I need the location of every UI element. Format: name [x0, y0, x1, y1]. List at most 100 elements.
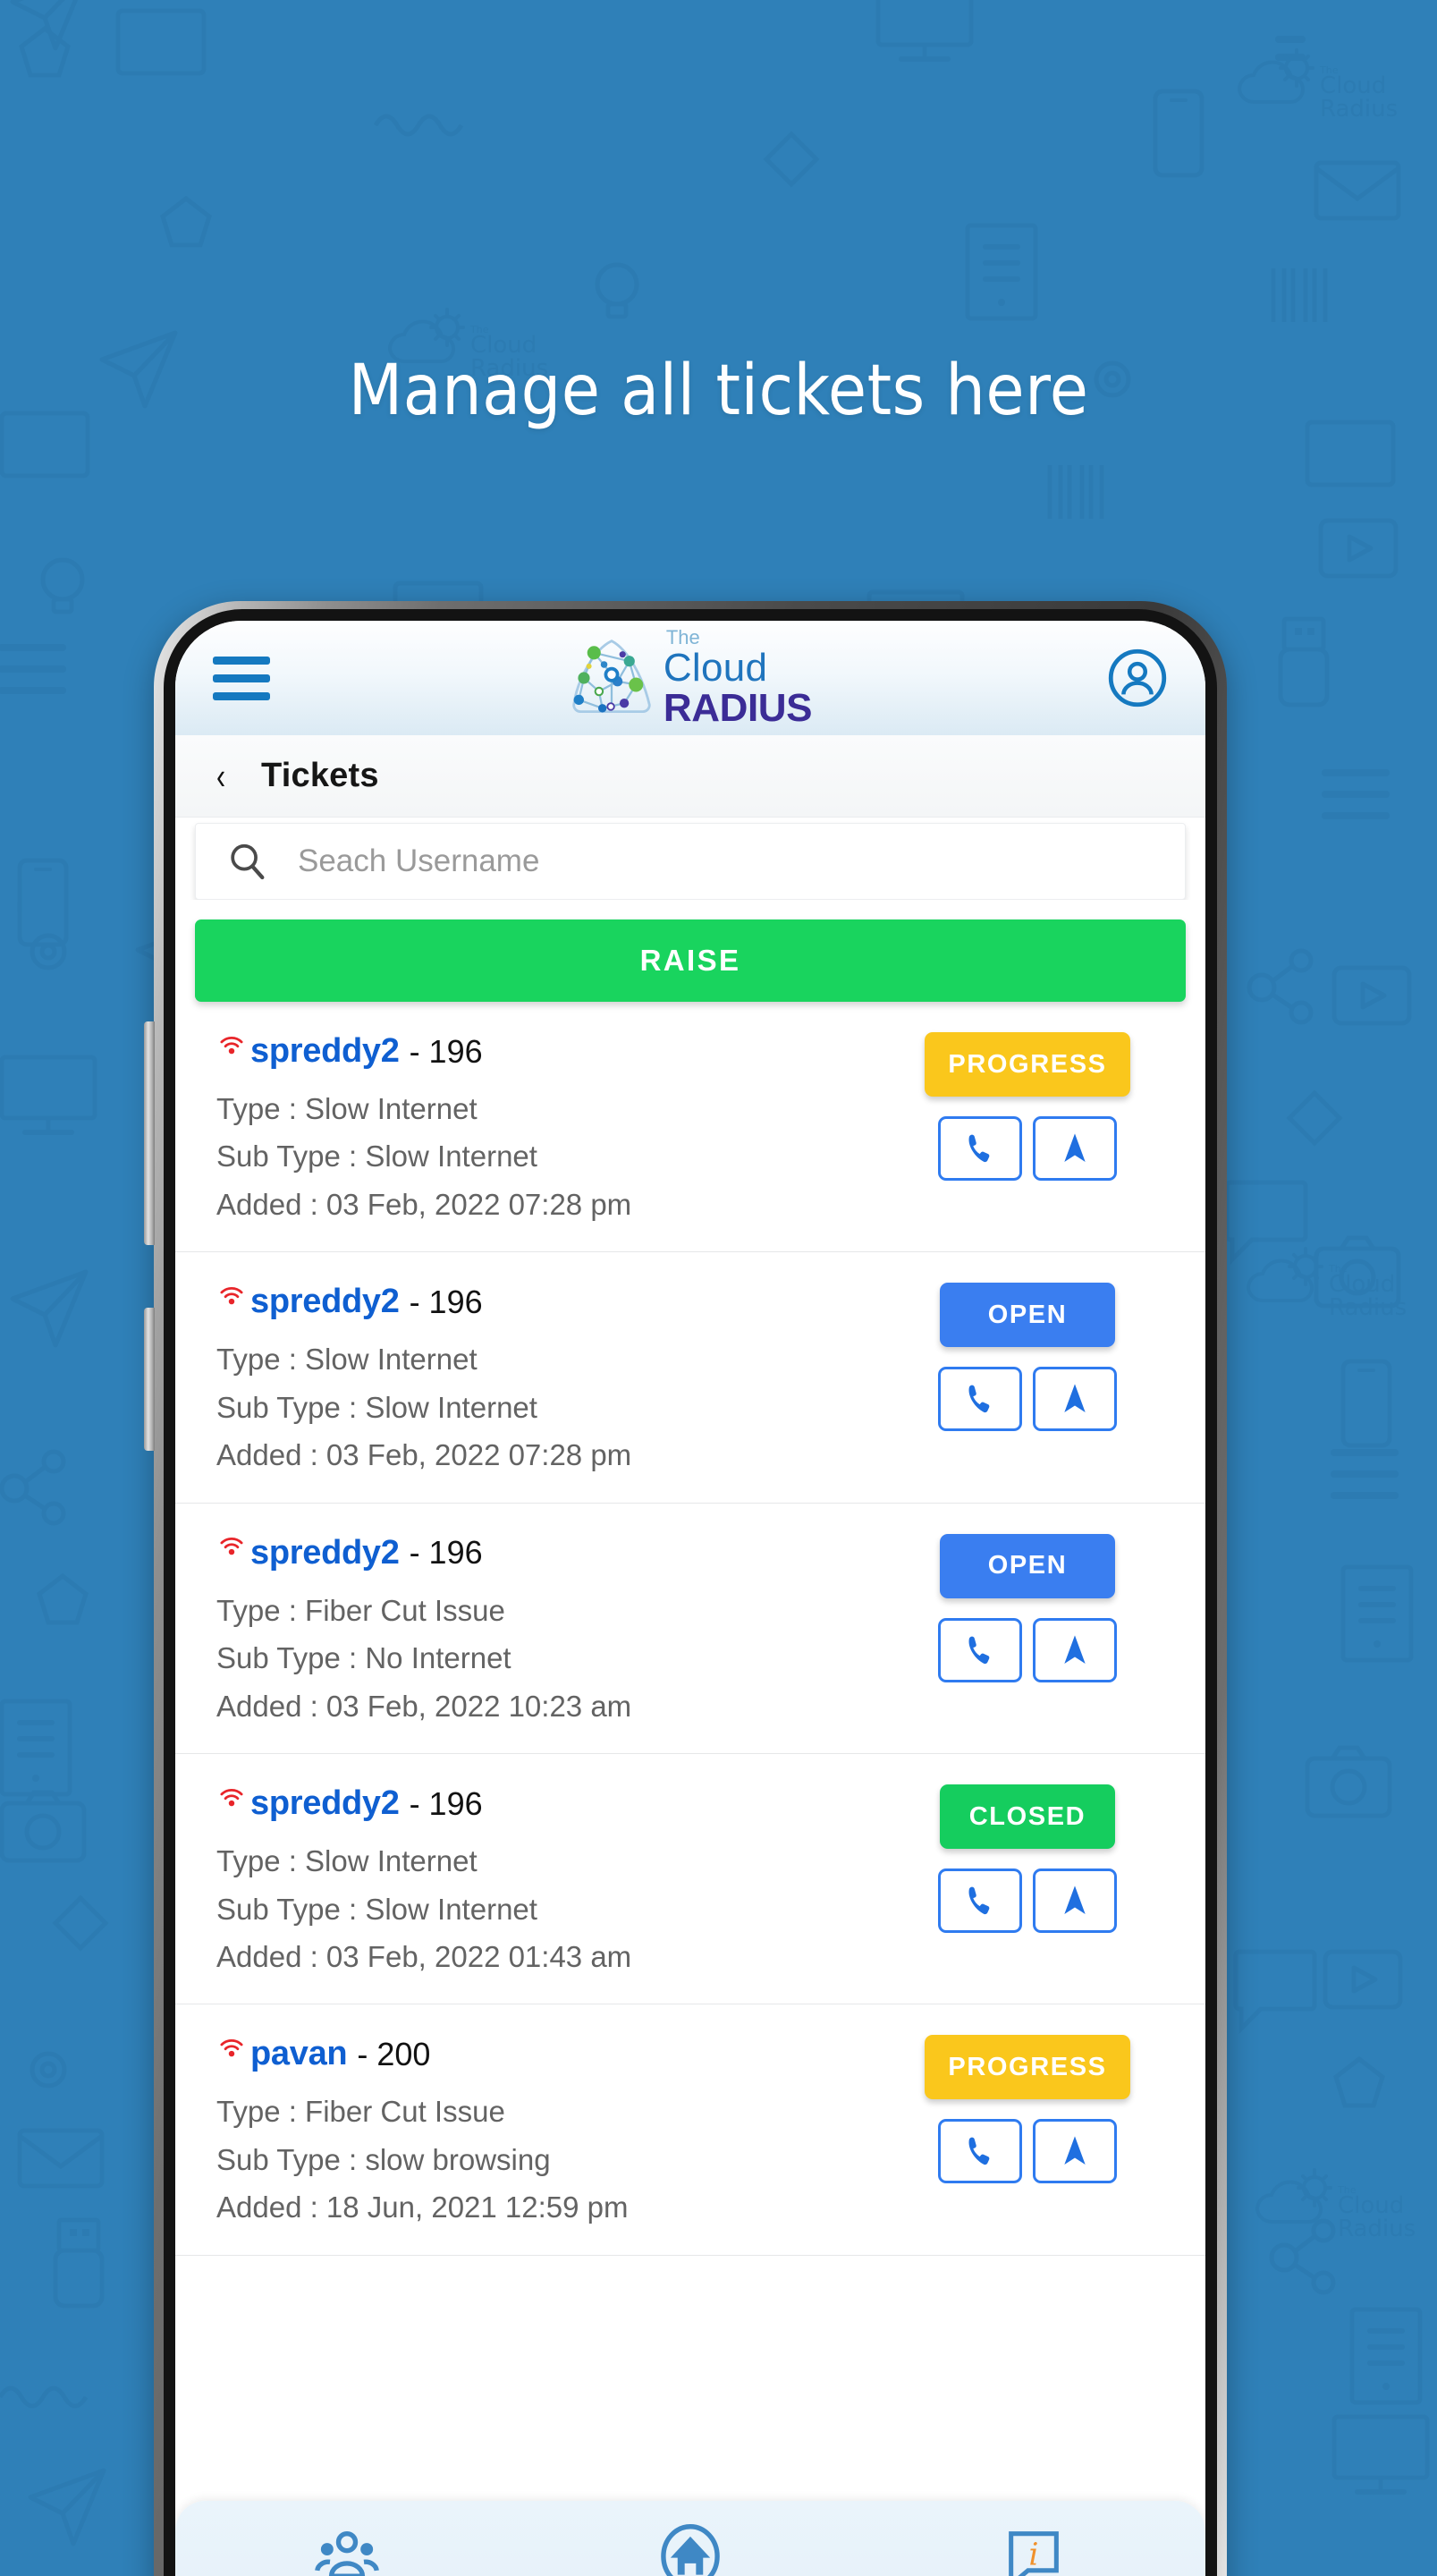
phone-icon	[968, 1134, 990, 1163]
ticket-added: Added : 03 Feb, 2022 10:23 am	[216, 1689, 632, 1723]
ticket-user-line: spreddy2 - 196	[216, 1534, 880, 1572]
ticket-subtype: Sub Type : Slow Internet	[216, 1140, 537, 1174]
ticket-type: Type : Slow Internet	[216, 1343, 478, 1377]
ticket-actions: OPEN	[880, 1530, 1175, 1682]
ticket-details: spreddy2 - 196 Type : Slow Internet Sub …	[216, 1029, 880, 1228]
phone-screen: The Cloud RADIUS ‹ Tickets Seach Usernam…	[175, 621, 1205, 2576]
ticket-type: Type : Fiber Cut Issue	[216, 2095, 505, 2129]
ticket-type: Type : Slow Internet	[216, 1092, 478, 1125]
navigate-button[interactable]	[1033, 1868, 1117, 1934]
ticket-row[interactable]: pavan - 200 Type : Fiber Cut Issue Sub T…	[175, 2004, 1205, 2256]
status-badge[interactable]: PROGRESS	[925, 1032, 1130, 1097]
ticket-id: - 196	[409, 1534, 483, 1572]
ticket-actions: CLOSED	[880, 1781, 1175, 1934]
ticket-type: Type : Slow Internet	[216, 1844, 478, 1878]
ticket-row[interactable]: spreddy2 - 196 Type : Slow Internet Sub …	[175, 1252, 1205, 1504]
navigate-button[interactable]	[1033, 1617, 1117, 1682]
ticket-user-line: spreddy2 - 196	[216, 1784, 880, 1823]
ticket-user-line: pavan - 200	[216, 2035, 880, 2073]
ticket-subtype: Sub Type : No Internet	[216, 1641, 511, 1675]
signal-icon	[220, 1538, 243, 1555]
phone-icon	[968, 1636, 990, 1664]
phone-icon	[968, 1385, 990, 1413]
phone-power-button[interactable]	[144, 1308, 155, 1451]
ticket-row[interactable]: spreddy2 - 196 Type : Fiber Cut Issue Su…	[175, 1504, 1205, 1755]
ticket-row[interactable]: spreddy2 - 196 Type : Slow Internet Sub …	[175, 1754, 1205, 2005]
call-button[interactable]	[938, 1617, 1022, 1682]
status-badge[interactable]: OPEN	[940, 1533, 1115, 1598]
signal-icon	[220, 1036, 243, 1054]
logo-wordmark: The Cloud RADIUS	[663, 626, 813, 730]
call-button[interactable]	[938, 1116, 1022, 1181]
search-box[interactable]	[195, 823, 1186, 900]
ticket-id: - 200	[357, 2035, 431, 2072]
signal-icon	[220, 1286, 243, 1305]
bottom-navigation: Customers Home i Complaints	[175, 2501, 1205, 2576]
nav-item-customers[interactable]: Customers	[175, 2522, 519, 2576]
ticket-added: Added : 03 Feb, 2022 01:43 am	[216, 1939, 632, 1973]
action-button-row	[938, 1868, 1117, 1934]
ticket-username: spreddy2	[250, 1032, 400, 1070]
signal-icon	[220, 2038, 243, 2057]
logo-cloud-text: Cloud	[663, 646, 768, 690]
phone-icon	[968, 2138, 990, 2165]
page-titlebar: ‹ Tickets	[175, 735, 1205, 818]
raise-button[interactable]: RAISE	[195, 919, 1186, 1002]
raise-section: RAISE	[175, 900, 1205, 1002]
ticket-row[interactable]: spreddy2 - 196 Type : Slow Internet Sub …	[175, 1002, 1205, 1253]
logo-the-text: The	[665, 626, 700, 648]
chevron-left-icon[interactable]: ‹	[216, 757, 225, 795]
ticket-actions: OPEN	[880, 1279, 1175, 1432]
call-button[interactable]	[938, 1868, 1022, 1934]
ticket-username: spreddy2	[250, 1533, 400, 1572]
status-badge[interactable]: CLOSED	[940, 1784, 1115, 1850]
navigation-arrow-icon	[1064, 2136, 1086, 2165]
nav-item-complaints[interactable]: i Complaints	[862, 2522, 1205, 2576]
navigation-arrow-icon	[1064, 1885, 1086, 1915]
navigation-arrow-icon	[1064, 1384, 1086, 1413]
ticket-id: - 196	[409, 1283, 483, 1320]
status-badge[interactable]: PROGRESS	[925, 2035, 1130, 2100]
call-button[interactable]	[938, 1367, 1022, 1432]
search-input[interactable]	[298, 843, 1154, 879]
network-cloud-icon	[572, 640, 651, 714]
ticket-subtype: Sub Type : slow browsing	[216, 2142, 551, 2176]
ticket-details: pavan - 200 Type : Fiber Cut Issue Sub T…	[216, 2031, 880, 2231]
nav-item-home[interactable]: Home	[519, 2522, 862, 2576]
signal-icon	[220, 1788, 243, 1806]
ticket-subtype: Sub Type : Slow Internet	[216, 1892, 537, 1926]
call-button[interactable]	[938, 2119, 1022, 2184]
hamburger-menu-icon[interactable]	[213, 656, 270, 700]
ticket-list: spreddy2 - 196 Type : Slow Internet Sub …	[175, 1002, 1205, 2256]
navigate-button[interactable]	[1033, 1116, 1117, 1181]
ticket-actions: PROGRESS	[880, 2031, 1175, 2184]
home-circle-icon	[656, 2522, 724, 2576]
phone-mockup: The Cloud RADIUS ‹ Tickets Seach Usernam…	[144, 601, 1227, 2576]
phone-icon	[968, 1886, 990, 1915]
ticket-id: - 196	[409, 1784, 483, 1822]
ticket-actions: PROGRESS	[880, 1029, 1175, 1181]
app-header: The Cloud RADIUS	[175, 621, 1205, 735]
user-circle-icon[interactable]	[1107, 648, 1168, 708]
navigation-arrow-icon	[1064, 1635, 1086, 1664]
ticket-added: Added : 03 Feb, 2022 07:28 pm	[216, 1187, 632, 1221]
navigation-arrow-icon	[1064, 1133, 1086, 1162]
phone-volume-button[interactable]	[144, 1021, 155, 1245]
ticket-username: spreddy2	[250, 1784, 400, 1823]
page-title: Tickets	[261, 757, 379, 794]
ticket-details: spreddy2 - 196 Type : Slow Internet Sub …	[216, 1279, 880, 1479]
status-badge[interactable]: OPEN	[940, 1283, 1115, 1348]
ticket-details: spreddy2 - 196 Type : Slow Internet Sub …	[216, 1781, 880, 1980]
ticket-id: - 196	[409, 1032, 483, 1070]
action-button-row	[938, 2119, 1117, 2184]
logo-radius-text: RADIUS	[663, 686, 813, 730]
navigate-button[interactable]	[1033, 2119, 1117, 2184]
ticket-added: Added : 18 Jun, 2021 12:59 pm	[216, 2190, 629, 2224]
search-section	[175, 818, 1205, 900]
info-speech-bubble-icon: i	[1000, 2522, 1068, 2576]
ticket-details: spreddy2 - 196 Type : Fiber Cut Issue Su…	[216, 1530, 880, 1730]
ticket-added: Added : 03 Feb, 2022 07:28 pm	[216, 1438, 632, 1472]
ticket-subtype: Sub Type : Slow Internet	[216, 1390, 537, 1424]
navigate-button[interactable]	[1033, 1367, 1117, 1432]
action-button-row	[938, 1116, 1117, 1181]
